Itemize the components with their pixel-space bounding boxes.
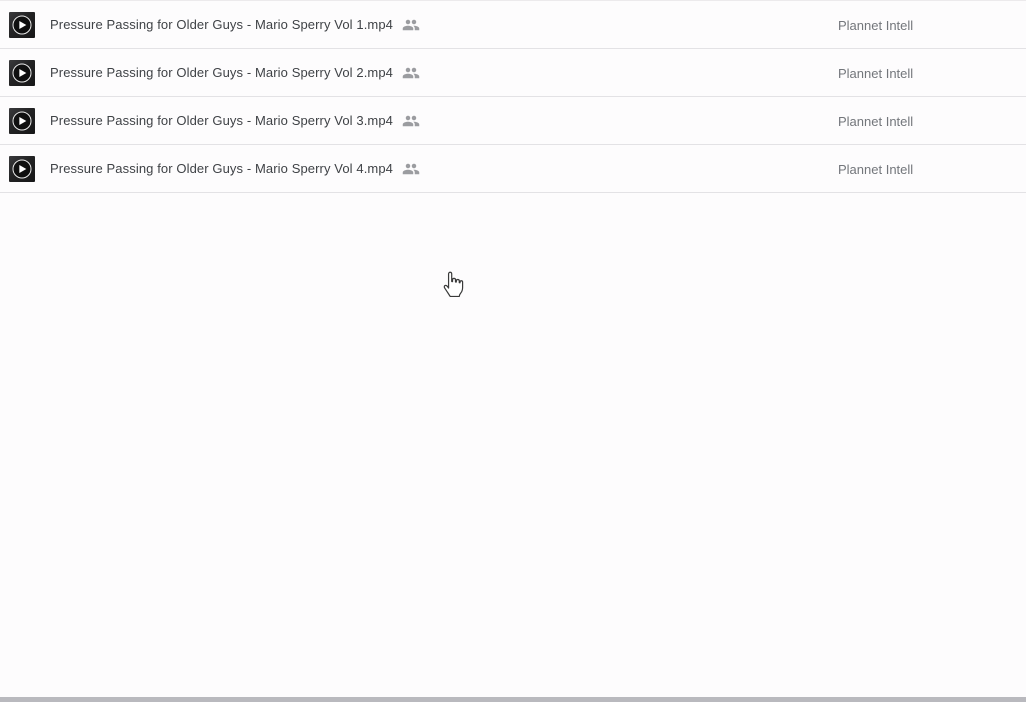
- file-list: Pressure Passing for Older Guys - Mario …: [0, 0, 1026, 193]
- file-row[interactable]: Pressure Passing for Older Guys - Mario …: [0, 49, 1026, 97]
- video-thumbnail-icon: [9, 155, 35, 182]
- hand-pointer-cursor: [441, 269, 465, 304]
- shared-people-icon: [402, 64, 420, 82]
- play-triangle-icon: [19, 20, 27, 29]
- bottom-scrollbar[interactable]: [0, 697, 1026, 702]
- shared-people-icon: [402, 112, 420, 130]
- file-name: Pressure Passing for Older Guys - Mario …: [50, 65, 394, 80]
- play-triangle-icon: [19, 68, 27, 77]
- file-row[interactable]: Pressure Passing for Older Guys - Mario …: [0, 1, 1026, 49]
- file-name: Pressure Passing for Older Guys - Mario …: [50, 113, 394, 128]
- shared-people-icon: [402, 160, 420, 178]
- owner-label: Plannet Intell: [838, 65, 914, 81]
- video-thumbnail-icon: [9, 11, 35, 38]
- file-name: Pressure Passing for Older Guys - Mario …: [50, 161, 394, 176]
- file-name: Pressure Passing for Older Guys - Mario …: [50, 17, 394, 32]
- file-row[interactable]: Pressure Passing for Older Guys - Mario …: [0, 97, 1026, 145]
- owner-label: Plannet Intell: [838, 17, 914, 33]
- video-thumbnail-icon: [9, 107, 35, 134]
- shared-people-icon: [402, 16, 420, 34]
- owner-label: Plannet Intell: [838, 113, 914, 129]
- owner-label: Plannet Intell: [838, 161, 914, 177]
- file-row[interactable]: Pressure Passing for Older Guys - Mario …: [0, 145, 1026, 193]
- video-thumbnail-icon: [9, 59, 35, 86]
- play-triangle-icon: [19, 116, 27, 125]
- play-triangle-icon: [19, 164, 27, 173]
